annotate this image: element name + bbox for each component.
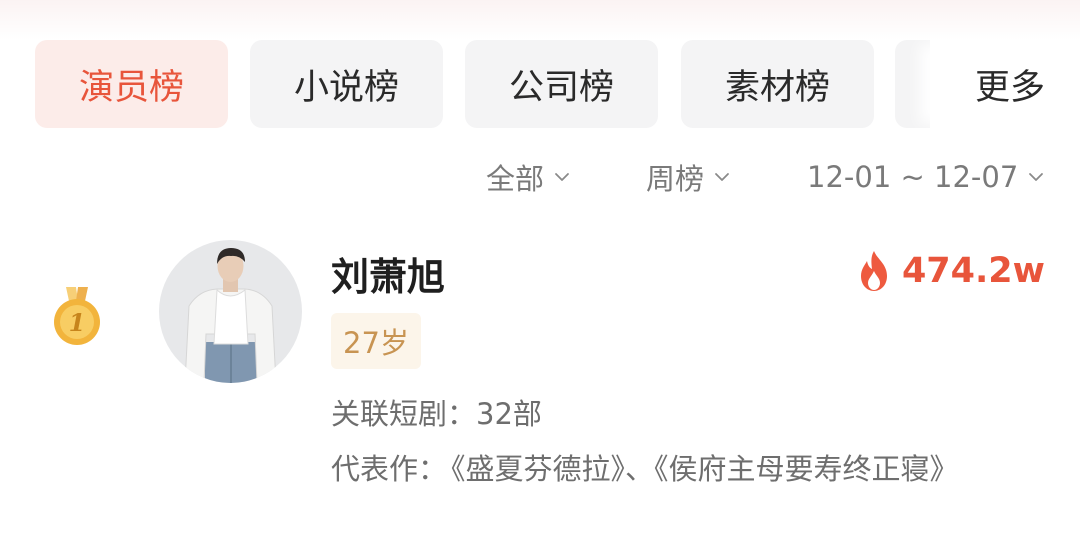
linked-dramas: 关联短剧：32部	[331, 391, 542, 433]
tab-actor-ranking[interactable]: 演员榜	[35, 40, 228, 128]
chevron-down-icon	[1029, 173, 1044, 181]
tab-novel-ranking[interactable]: 小说榜	[250, 40, 443, 128]
tab-partial-hidden[interactable]	[895, 40, 930, 128]
chevron-down-icon	[715, 173, 729, 181]
heat-score: 474.2w	[856, 246, 1045, 296]
date-range-dropdown[interactable]: 12-01 ~ 12-07	[807, 156, 1044, 198]
top-fade	[0, 0, 1080, 40]
tab-material-ranking[interactable]: 素材榜	[681, 40, 874, 128]
tab-company-ranking[interactable]: 公司榜	[465, 40, 658, 128]
age-badge: 27岁	[331, 313, 421, 369]
representative-works: 代表作： 《盛夏芬德拉》、《侯府主母要寿终正寝》	[331, 448, 1021, 491]
linked-dramas-label: 关联短剧：	[331, 397, 477, 431]
more-label: 更多	[974, 67, 1045, 108]
period-filter-label: 周榜	[646, 162, 705, 196]
linked-dramas-count: 32部	[476, 397, 542, 431]
actor-name[interactable]: 刘萧旭	[331, 246, 445, 301]
medal-rank-number: 1	[69, 308, 86, 337]
works-label: 代表作：	[331, 452, 448, 486]
more-button[interactable]: 更多	[930, 40, 1080, 128]
heat-value: 474.2w	[901, 251, 1045, 291]
chevron-down-icon	[555, 173, 569, 181]
period-filter-dropdown[interactable]: 周榜	[646, 156, 730, 198]
works-titles: 《盛夏芬德拉》、《侯府主母要寿终正寝》	[451, 452, 959, 486]
fire-icon	[860, 251, 887, 291]
date-range-label: 12-01 ~ 12-07	[807, 160, 1019, 194]
actor-avatar[interactable]	[159, 240, 302, 383]
scope-filter-label: 全部	[486, 162, 545, 196]
scope-filter-dropdown[interactable]: 全部	[486, 156, 570, 198]
gold-medal-icon: 1	[54, 287, 100, 345]
